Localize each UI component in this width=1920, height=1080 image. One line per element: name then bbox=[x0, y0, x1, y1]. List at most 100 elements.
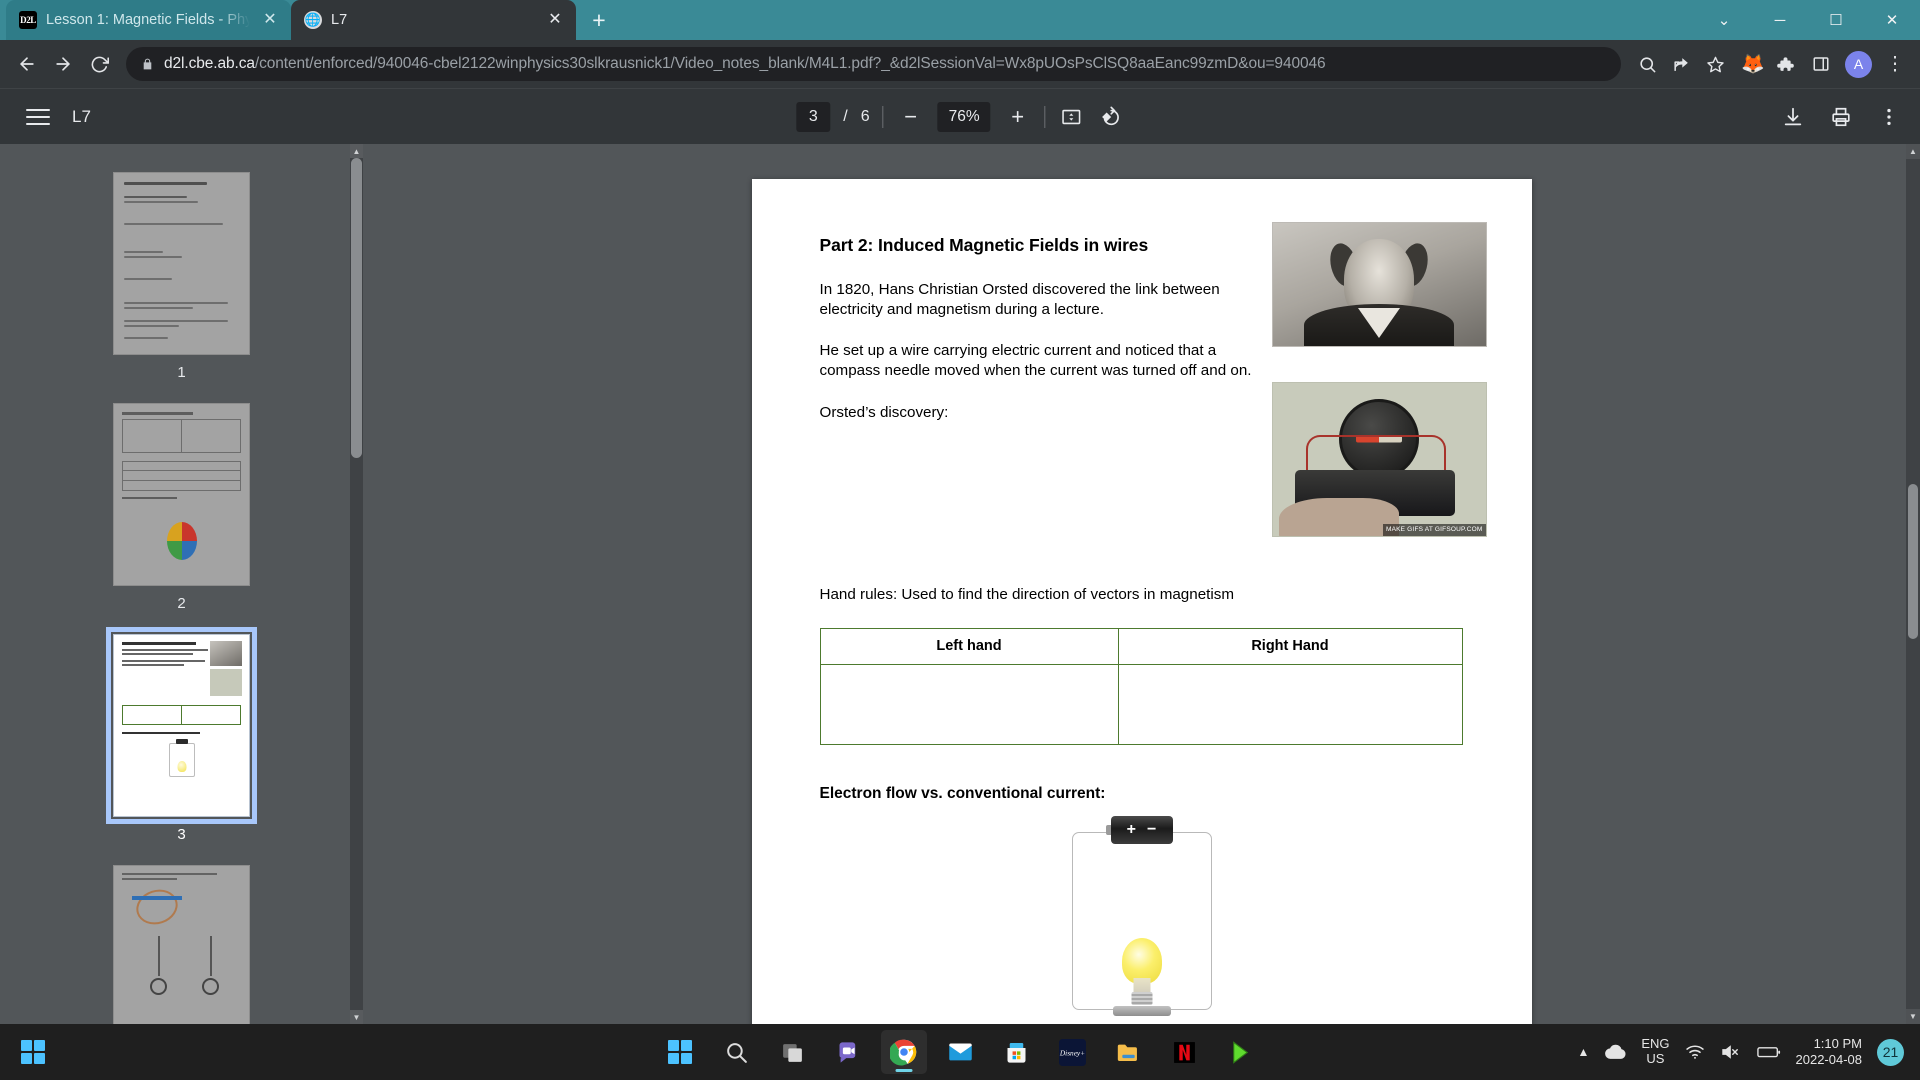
lock-icon bbox=[141, 57, 154, 71]
clock[interactable]: 1:10 PM 2022-04-08 bbox=[1796, 1036, 1863, 1067]
fit-to-page-icon[interactable] bbox=[1059, 104, 1085, 130]
battery-icon[interactable] bbox=[1756, 1045, 1781, 1059]
weather-widget-icon[interactable] bbox=[20, 1039, 46, 1065]
browser-navigation-bar: d2l.cbe.ab.ca/content/enforced/940046-cb… bbox=[0, 40, 1920, 88]
page-subheading: Electron flow vs. conventional current: bbox=[819, 785, 1106, 803]
pdf-toolbar-actions bbox=[1780, 104, 1902, 130]
pdf-viewer-body: 1 2 3 ▲ ▼ Part 2: Induced Magnetic Field… bbox=[0, 144, 1920, 1024]
mail-icon[interactable] bbox=[937, 1030, 983, 1074]
scroll-down-arrow-icon[interactable]: ▼ bbox=[1906, 1009, 1920, 1024]
page-paragraph-2: He set up a wire carrying electric curre… bbox=[819, 342, 1252, 380]
chrome-icon[interactable] bbox=[881, 1030, 927, 1074]
zoom-level-label[interactable]: 76% bbox=[937, 101, 991, 132]
thumbnail-item[interactable]: 2 bbox=[113, 403, 250, 612]
netflix-icon[interactable] bbox=[1161, 1030, 1207, 1074]
page-thumbnail-2[interactable] bbox=[113, 403, 250, 586]
table-header-right-hand: Right Hand bbox=[1117, 628, 1463, 666]
chrome-menu-icon[interactable]: ⋮ bbox=[1880, 53, 1910, 76]
rotate-icon[interactable] bbox=[1098, 104, 1124, 130]
toolbar-divider bbox=[1044, 105, 1046, 128]
scroll-down-arrow-icon[interactable]: ▼ bbox=[350, 1010, 363, 1024]
browser-tab-1[interactable]: 🌐 L7 ✕ bbox=[291, 0, 576, 40]
tray-expand-chevron-up-icon[interactable]: ▲ bbox=[1577, 1045, 1589, 1059]
scroll-up-arrow-icon[interactable]: ▲ bbox=[350, 144, 363, 158]
battery-plus-label: + bbox=[1126, 821, 1136, 839]
tab-title: L7 bbox=[331, 12, 348, 28]
scrollbar-thumb[interactable] bbox=[1908, 484, 1918, 639]
start-icon[interactable] bbox=[657, 1030, 703, 1074]
page-thumbnail-4[interactable] bbox=[113, 865, 250, 1024]
back-icon[interactable] bbox=[10, 47, 44, 81]
page-paragraph-1: In 1820, Hans Christian Orsted discovere… bbox=[819, 280, 1220, 318]
battery-icon: + − bbox=[1105, 816, 1173, 845]
profile-avatar[interactable]: A bbox=[1845, 50, 1872, 78]
date-label: 2022-04-08 bbox=[1795, 1052, 1863, 1067]
search-icon[interactable] bbox=[1631, 48, 1663, 80]
share-icon[interactable] bbox=[1665, 48, 1697, 80]
search-icon[interactable] bbox=[713, 1030, 759, 1074]
zoom-in-button[interactable]: + bbox=[1004, 104, 1032, 130]
page-number-input[interactable]: 3 bbox=[796, 101, 831, 132]
wifi-icon[interactable] bbox=[1685, 1044, 1705, 1060]
bookmark-star-icon[interactable] bbox=[1699, 48, 1731, 80]
taskbar-left-widget[interactable] bbox=[10, 1032, 56, 1072]
pdf-page-3: Part 2: Induced Magnetic Fields in wires… bbox=[751, 179, 1532, 1024]
language-code: ENG bbox=[1641, 1036, 1670, 1052]
disney-plus-icon[interactable]: Disney+ bbox=[1049, 1030, 1095, 1074]
maximize-button[interactable]: ☐ bbox=[1808, 0, 1864, 40]
window-controls: ⌄ ─ ☐ ✕ bbox=[1696, 0, 1920, 40]
url-path: /content/enforced/940046-cbel2122winphys… bbox=[254, 55, 1326, 72]
thumbnail-item[interactable]: 1 bbox=[113, 172, 250, 381]
gif-credit-label: MAKE GIFS AT GIFSOUP.COM bbox=[1382, 524, 1486, 536]
volume-muted-icon[interactable] bbox=[1720, 1044, 1742, 1060]
forward-icon[interactable] bbox=[46, 47, 80, 81]
page-thumbnail-1[interactable] bbox=[113, 172, 250, 355]
table-header-row: Left hand Right Hand bbox=[819, 628, 1463, 666]
lightbulb-icon bbox=[1112, 938, 1171, 1017]
minimize-button[interactable]: ─ bbox=[1752, 0, 1808, 40]
xbox-game-bar-icon[interactable] bbox=[1217, 1030, 1263, 1074]
thumbnail-scrollbar[interactable]: ▲ ▼ bbox=[350, 144, 363, 1024]
thumbnail-page-number: 3 bbox=[177, 826, 186, 843]
close-icon[interactable]: ✕ bbox=[259, 9, 281, 31]
pdf-document-name: L7 bbox=[72, 106, 91, 126]
onedrive-cloud-icon[interactable] bbox=[1604, 1044, 1626, 1060]
reload-icon[interactable] bbox=[82, 47, 116, 81]
d2l-icon: D2L bbox=[19, 11, 37, 29]
extensions-puzzle-icon[interactable] bbox=[1769, 48, 1801, 80]
close-window-button[interactable]: ✕ bbox=[1864, 0, 1920, 40]
system-tray: ▲ ENG US 1:10 PM 2022-04-08 21 bbox=[1577, 1036, 1910, 1067]
chat-icon[interactable] bbox=[825, 1030, 871, 1074]
battery-minus-label: − bbox=[1147, 821, 1157, 839]
scrollbar-thumb[interactable] bbox=[351, 158, 362, 458]
language-indicator[interactable]: ENG US bbox=[1641, 1036, 1670, 1067]
close-icon[interactable]: ✕ bbox=[544, 9, 566, 31]
table-cell-right-hand bbox=[1117, 664, 1463, 746]
thumbnail-item[interactable]: 3 bbox=[106, 627, 257, 843]
pdf-menu-icon[interactable] bbox=[1876, 104, 1902, 130]
new-tab-button[interactable]: + bbox=[582, 3, 616, 37]
side-panel-icon[interactable] bbox=[1805, 48, 1837, 80]
scroll-up-arrow-icon[interactable]: ▲ bbox=[1906, 144, 1920, 159]
microsoft-store-icon[interactable] bbox=[993, 1030, 1039, 1074]
browser-tab-0[interactable]: D2L Lesson 1: Magnetic Fields - Physics … bbox=[6, 0, 291, 40]
notification-badge[interactable]: 21 bbox=[1877, 1038, 1904, 1066]
tab-search-chevron-down-icon[interactable]: ⌄ bbox=[1696, 0, 1752, 40]
file-explorer-icon[interactable] bbox=[1105, 1030, 1151, 1074]
address-bar[interactable]: d2l.cbe.ab.ca/content/enforced/940046-cb… bbox=[126, 47, 1621, 81]
extension-icons: 🦊 A ⋮ bbox=[1733, 48, 1910, 80]
tab-title: Lesson 1: Magnetic Fields - Physics 30 bbox=[46, 12, 250, 28]
sidebar-toggle-icon[interactable] bbox=[18, 97, 58, 137]
pdf-thumbnail-sidebar[interactable]: 1 2 3 ▲ ▼ bbox=[0, 144, 363, 1024]
thumbnail-item[interactable]: 4 bbox=[113, 865, 250, 1024]
page-scrollbar[interactable]: ▲ ▼ bbox=[1906, 144, 1920, 1024]
metamask-fox-icon[interactable]: 🦊 bbox=[1741, 52, 1765, 76]
url-text: d2l.cbe.ab.ca/content/enforced/940046-cb… bbox=[164, 55, 1326, 73]
zoom-out-button[interactable]: − bbox=[897, 104, 925, 130]
print-icon[interactable] bbox=[1828, 104, 1854, 130]
pdf-viewer-toolbar: L7 3 / 6 − 76% + bbox=[0, 88, 1920, 144]
task-view-icon[interactable] bbox=[769, 1030, 815, 1074]
page-thumbnail-3[interactable] bbox=[106, 627, 257, 824]
svg-text:Disney+: Disney+ bbox=[1059, 1048, 1085, 1057]
download-icon[interactable] bbox=[1780, 104, 1806, 130]
